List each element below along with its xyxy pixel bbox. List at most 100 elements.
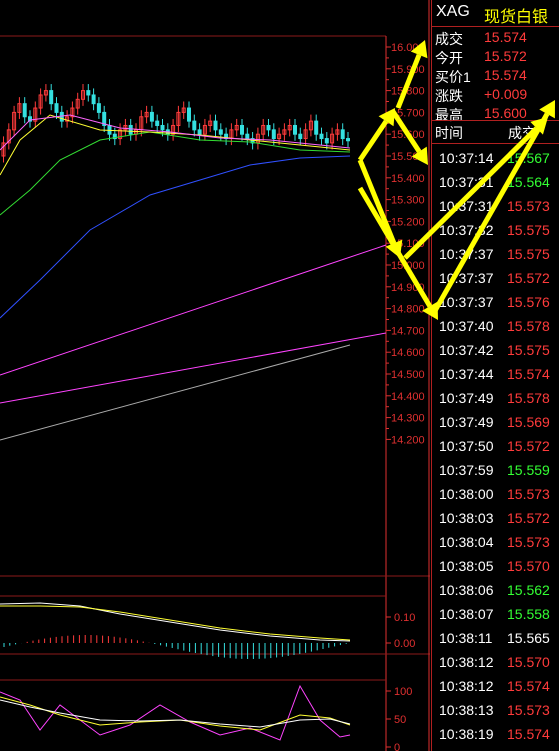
macd-dif-line xyxy=(0,602,351,642)
symbol-name: 现货白银 xyxy=(484,9,549,26)
tick-time: 10:38:13 xyxy=(439,702,494,718)
quote-row: 成交 15.574 xyxy=(432,28,559,47)
tick-price: 15.570 xyxy=(507,558,550,574)
tick-row[interactable]: 10:37:37 15.576 xyxy=(432,291,559,315)
candle-body xyxy=(271,129,276,140)
quote-label: 买价1 xyxy=(435,69,471,85)
candle-body xyxy=(319,133,324,140)
tick-price: 15.574 xyxy=(507,678,550,694)
candle-body xyxy=(314,120,319,135)
candle-body xyxy=(49,90,54,105)
tick-time: 10:37:31 xyxy=(439,198,494,214)
price-axis-label: 15.500 xyxy=(391,151,425,163)
tick-row[interactable]: 10:37:59 15.559 xyxy=(432,459,559,483)
tick-time: 10:37:44 xyxy=(439,366,494,382)
price-axis-label: 14.600 xyxy=(391,347,425,359)
tick-row[interactable]: 10:37:49 15.569 xyxy=(432,411,559,435)
channel-line-upper xyxy=(0,244,387,376)
price-axis-label: 16.000 xyxy=(391,42,425,54)
tick-row[interactable]: 10:37:31 15.573 xyxy=(432,195,559,219)
tick-price: 15.565 xyxy=(507,630,550,646)
tick-time: 10:38:11 xyxy=(439,630,493,646)
kline-chart-svg[interactable]: 16.000 15.900 15.800 15.700 15.600 15.500 15.4… xyxy=(0,0,430,751)
tick-row[interactable]: 10:37:40 15.578 xyxy=(432,315,559,339)
tick-row[interactable]: 10:37:42 15.575 xyxy=(432,339,559,363)
tick-time: 10:37:37 xyxy=(439,294,494,310)
tick-row[interactable]: 10:38:19 15.574 xyxy=(432,723,559,747)
tick-row[interactable]: 10:38:06 15.562 xyxy=(432,579,559,603)
tick-time: 10:37:50 xyxy=(439,438,494,454)
tick-time: 10:37:42 xyxy=(439,342,494,358)
tick-price: 15.573 xyxy=(507,534,550,550)
tick-time: 10:37:59 xyxy=(439,462,494,478)
tick-row[interactable]: 10:38:12 15.570 xyxy=(432,651,559,675)
trend-line-gray xyxy=(0,344,351,441)
price-axis-label: 15.300 xyxy=(391,195,425,207)
tick-row[interactable]: 10:37:32 15.575 xyxy=(432,219,559,243)
candle-body xyxy=(340,129,345,140)
tick-row[interactable]: 10:37:50 15.572 xyxy=(432,435,559,459)
candle-body xyxy=(293,124,297,135)
tick-time: 10:38:07 xyxy=(439,606,494,622)
tick-row[interactable]: 10:38:13 15.573 xyxy=(432,699,559,723)
candle-body xyxy=(324,138,329,144)
tick-price: 15.578 xyxy=(507,390,550,406)
tick-row[interactable]: 10:37:31 15.564 xyxy=(432,171,559,195)
tick-time: 10:37:49 xyxy=(439,390,494,406)
quote-label: 涨跌 xyxy=(435,88,463,104)
candle-body xyxy=(218,129,223,135)
price-axis-label: 15.700 xyxy=(391,107,425,119)
tick-row[interactable]: 10:37:37 15.572 xyxy=(432,267,559,291)
kdj-axis-label: 50 xyxy=(394,714,406,726)
tick-row[interactable]: 10:38:07 15.558 xyxy=(432,603,559,627)
price-axis-label: 15.600 xyxy=(391,129,425,141)
tick-time: 10:38:05 xyxy=(439,558,494,574)
candle-body xyxy=(91,94,96,105)
tick-row[interactable]: 10:37:44 15.574 xyxy=(432,363,559,387)
tick-time: 10:37:40 xyxy=(439,318,494,334)
macd-axis-label: 0.10 xyxy=(394,612,415,624)
price-axis-label: 14.300 xyxy=(391,413,425,425)
price-axis-label: 15.000 xyxy=(391,260,425,272)
tick-row[interactable]: 10:37:49 15.578 xyxy=(432,387,559,411)
quote-label: 今开 xyxy=(435,50,463,66)
tick-row[interactable]: 10:37:14 15.567 xyxy=(432,147,559,171)
tick-row[interactable]: 10:38:05 15.570 xyxy=(432,555,559,579)
kline-chart[interactable]: 16.000 15.900 15.800 15.700 15.600 15.500 15.4… xyxy=(0,0,430,751)
tick-time: 10:37:14 xyxy=(439,150,494,166)
quote-value: +0.009 xyxy=(484,86,528,102)
tick-row[interactable]: 10:38:00 15.573 xyxy=(432,483,559,507)
price-axis-label: 14.900 xyxy=(391,282,425,294)
ma-line-yellow xyxy=(0,114,351,176)
tick-row[interactable]: 10:37:37 15.575 xyxy=(432,243,559,267)
tick-price: 15.573 xyxy=(507,702,550,718)
tick-row[interactable]: 10:38:04 15.573 xyxy=(432,531,559,555)
tick-price: 15.574 xyxy=(507,726,550,742)
price-axis-label: 14.700 xyxy=(391,325,425,337)
tick-header-time: 时间 xyxy=(435,125,463,141)
macd-axis-label: 0.00 xyxy=(394,638,415,650)
tick-time: 10:38:03 xyxy=(439,510,494,526)
candle-body xyxy=(155,120,160,126)
price-axis-label: 14.400 xyxy=(391,391,425,403)
candle-body xyxy=(266,124,271,131)
candlesticks xyxy=(1,84,350,163)
tick-time: 10:37:37 xyxy=(439,270,494,286)
tick-time: 10:38:00 xyxy=(439,486,494,502)
tick-row[interactable]: 10:38:11 15.565 xyxy=(432,627,559,651)
candle-body xyxy=(245,133,250,140)
tick-time: 10:37:49 xyxy=(439,414,494,430)
tick-time: 10:37:31 xyxy=(439,174,494,190)
candle-body xyxy=(187,107,191,122)
tick-row[interactable]: 10:38:12 15.574 xyxy=(432,675,559,699)
tick-price: 15.572 xyxy=(507,438,550,454)
kdj-axis-label: 100 xyxy=(394,686,412,698)
candle-body xyxy=(54,103,59,113)
tick-row[interactable]: 10:38:03 15.572 xyxy=(432,507,559,531)
price-axis-label: 14.500 xyxy=(391,369,425,381)
tick-price: 15.564 xyxy=(507,174,550,190)
price-axis-label: 15.200 xyxy=(391,216,425,228)
candle-body xyxy=(149,111,154,122)
quote-row: 涨跌 +0.009 xyxy=(432,85,559,104)
quote-label: 成交 xyxy=(435,31,463,47)
